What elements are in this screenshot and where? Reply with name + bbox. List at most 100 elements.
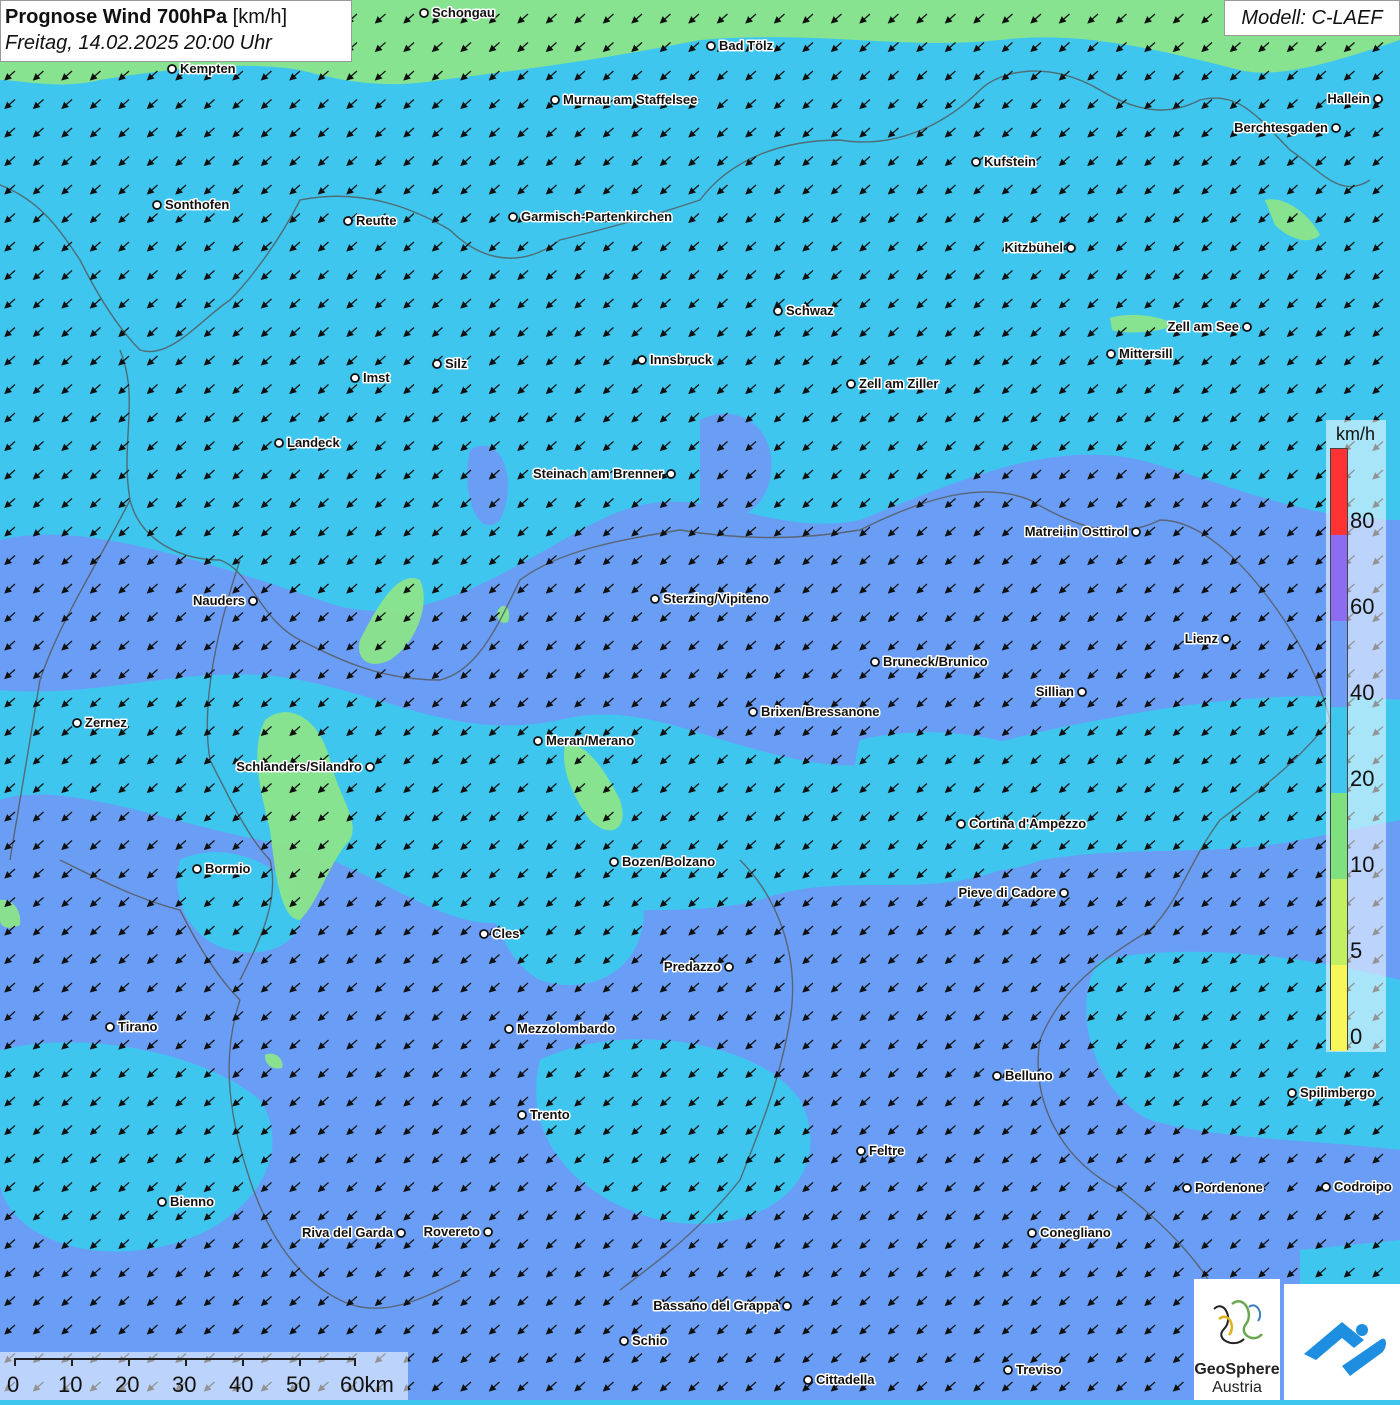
city-dot: [396, 1228, 406, 1238]
city-dot: [1003, 1365, 1013, 1375]
city-label: Bienno: [170, 1194, 214, 1209]
city-label: Bad Tölz: [719, 38, 774, 53]
city-marker: Innsbruck: [637, 351, 714, 369]
city-label: Codroipo: [1334, 1179, 1392, 1194]
scale-tick: [14, 1358, 16, 1366]
city-label: Meran/Merano: [546, 733, 634, 748]
legend-segment-10: [1331, 793, 1347, 879]
legend-tick-label: 40: [1350, 680, 1375, 705]
city-dot: [343, 216, 353, 226]
city-dot: [856, 1146, 866, 1156]
city-dot: [609, 857, 619, 867]
city-dot: [192, 864, 202, 874]
legend-segment-40: [1331, 621, 1347, 707]
scale-tick: [354, 1358, 356, 1366]
scale-tick: [185, 1358, 187, 1366]
city-dot: [157, 1197, 167, 1207]
city-dot: [365, 762, 375, 772]
city-dot: [637, 355, 647, 365]
city-dot: [971, 157, 981, 167]
city-dot: [870, 657, 880, 667]
city-dot: [619, 1336, 629, 1346]
city-label: Bassano del Grappa: [653, 1298, 779, 1313]
city-dot: [748, 707, 758, 717]
city-dot: [773, 306, 783, 316]
city-dot: [1182, 1183, 1192, 1193]
legend-tick-label: 20: [1350, 766, 1375, 791]
city-label: Bormio: [205, 861, 251, 876]
color-legend: km/h 80 60 40 20 10 5 0: [1326, 420, 1386, 1052]
legend-segment-5: [1331, 879, 1347, 965]
city-marker: Bassano del Grappa: [652, 1297, 792, 1315]
city-label: Steinach am Brenner: [533, 466, 663, 481]
city-label: Trento: [530, 1107, 570, 1122]
city-marker: Steinach am Brenner: [531, 465, 676, 483]
model-label: Modell: C-LAEF: [1224, 0, 1400, 36]
city-label: Predazzo: [664, 959, 721, 974]
scale-tick: [71, 1358, 73, 1366]
logo-name-line2: Austria: [1212, 1379, 1262, 1396]
city-marker: Matrei in Osttirol: [1023, 523, 1141, 541]
city-dot: [1221, 634, 1231, 644]
city-dot: [1077, 687, 1087, 697]
geosphere-emblem-icon: [1213, 1300, 1263, 1345]
city-label: Cittadella: [816, 1372, 875, 1387]
city-label: Landeck: [287, 435, 341, 450]
scale-tick: [242, 1358, 244, 1366]
city-label: Cles: [492, 926, 519, 941]
city-dot: [1066, 243, 1076, 253]
city-label: Brixen/Bressanone: [761, 704, 880, 719]
title-box: Prognose Wind 700hPa [km/h] Freitag, 14.…: [0, 0, 352, 62]
city-label: Pieve di Cadore: [958, 885, 1056, 900]
city-label: Rovereto: [424, 1224, 480, 1239]
city-label: Treviso: [1016, 1362, 1062, 1377]
city-label: Innsbruck: [650, 352, 713, 367]
city-label: Zell am See: [1167, 319, 1239, 334]
city-dot: [167, 64, 177, 74]
city-marker: Murnau am Staffelsee: [550, 91, 699, 109]
city-label: Riva del Garda: [302, 1225, 394, 1240]
city-marker: Pordenone: [1182, 1179, 1264, 1197]
city-marker: Pieve di Cadore: [957, 884, 1069, 902]
city-label: Berchtesgaden: [1234, 120, 1328, 135]
city-label: Belluno: [1005, 1068, 1053, 1083]
city-label: Reutte: [356, 213, 396, 228]
city-label: Bruneck/Brunico: [883, 654, 988, 669]
city-label: Zernez: [85, 715, 127, 730]
scale-label: 50: [286, 1372, 311, 1397]
legend-unit: km/h: [1336, 424, 1376, 444]
geosphere-logo[interactable]: GeoSphere Austria: [1194, 1279, 1280, 1400]
city-dot: [105, 1022, 115, 1032]
city-dot: [1331, 123, 1341, 133]
city-label: Cortina d'Ampezzo: [969, 816, 1086, 831]
city-marker: Zell am See: [1166, 318, 1252, 336]
city-marker: Zell am Ziller: [846, 375, 940, 393]
city-label: Schongau: [432, 5, 495, 20]
weather-app-logo[interactable]: [1284, 1284, 1400, 1400]
city-marker: Berchtesgaden: [1233, 119, 1341, 137]
city-label: Mittersill: [1119, 346, 1172, 361]
city-dot: [550, 95, 560, 105]
city-label: Kempten: [180, 61, 236, 76]
city-dot: [1027, 1228, 1037, 1238]
city-dot: [274, 438, 284, 448]
city-label: Kufstein: [984, 154, 1036, 169]
city-label: Conegliano: [1040, 1225, 1111, 1240]
legend-tick-label: 0: [1350, 1024, 1363, 1049]
logo-name-line1: GeoSphere: [1194, 1361, 1280, 1378]
city-dot: [724, 962, 734, 972]
wind-map: Schongau Bad Tölz Kempten Murnau am Staffel…: [0, 0, 1400, 1400]
city-dot: [1321, 1182, 1331, 1192]
city-dot: [419, 8, 429, 18]
city-label: Schwaz: [786, 303, 834, 318]
city-label: Bozen/Bolzano: [622, 854, 715, 869]
city-dot: [1242, 322, 1252, 332]
city-label: Garmisch-Partenkirchen: [521, 209, 672, 224]
city-label: Feltre: [869, 1143, 904, 1158]
scale-bar: 0 10 20 30 40 50 60km: [0, 1352, 408, 1400]
city-dot: [706, 41, 716, 51]
city-label: Schlanders/Silandro: [236, 759, 362, 774]
city-dot: [72, 718, 82, 728]
city-label: Kitzbühel: [1005, 240, 1064, 255]
city-dot: [1287, 1088, 1297, 1098]
